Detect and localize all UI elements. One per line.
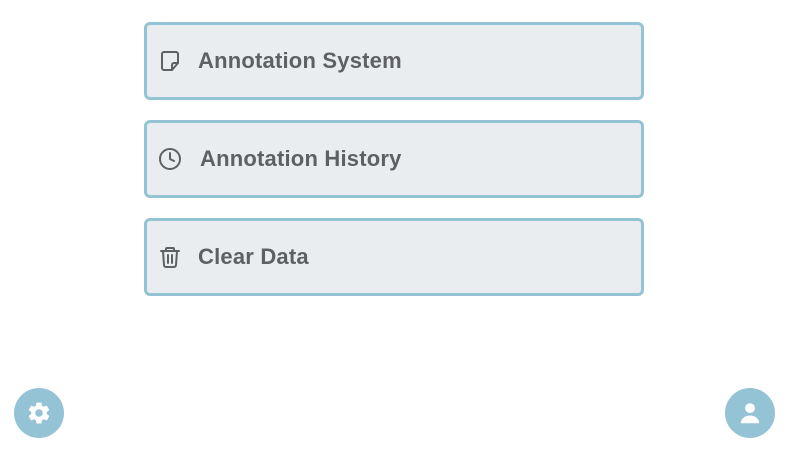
sticky-note-icon — [158, 49, 182, 73]
page: Annotation System Annotation History Cle… — [0, 0, 791, 453]
annotation-history-label: Annotation History — [200, 146, 402, 171]
settings-button[interactable] — [14, 388, 64, 438]
profile-button[interactable] — [725, 388, 775, 438]
trash-icon — [158, 245, 182, 269]
annotation-system-button[interactable]: Annotation System — [144, 22, 644, 100]
main-menu: Annotation System Annotation History Cle… — [144, 22, 644, 316]
clear-data-button[interactable]: Clear Data — [144, 218, 644, 296]
annotation-history-button[interactable]: Annotation History — [144, 120, 644, 198]
gear-icon — [26, 400, 52, 426]
clear-data-label: Clear Data — [198, 244, 309, 269]
annotation-system-label: Annotation System — [198, 48, 402, 73]
user-icon — [737, 400, 763, 426]
clock-icon — [158, 147, 182, 171]
